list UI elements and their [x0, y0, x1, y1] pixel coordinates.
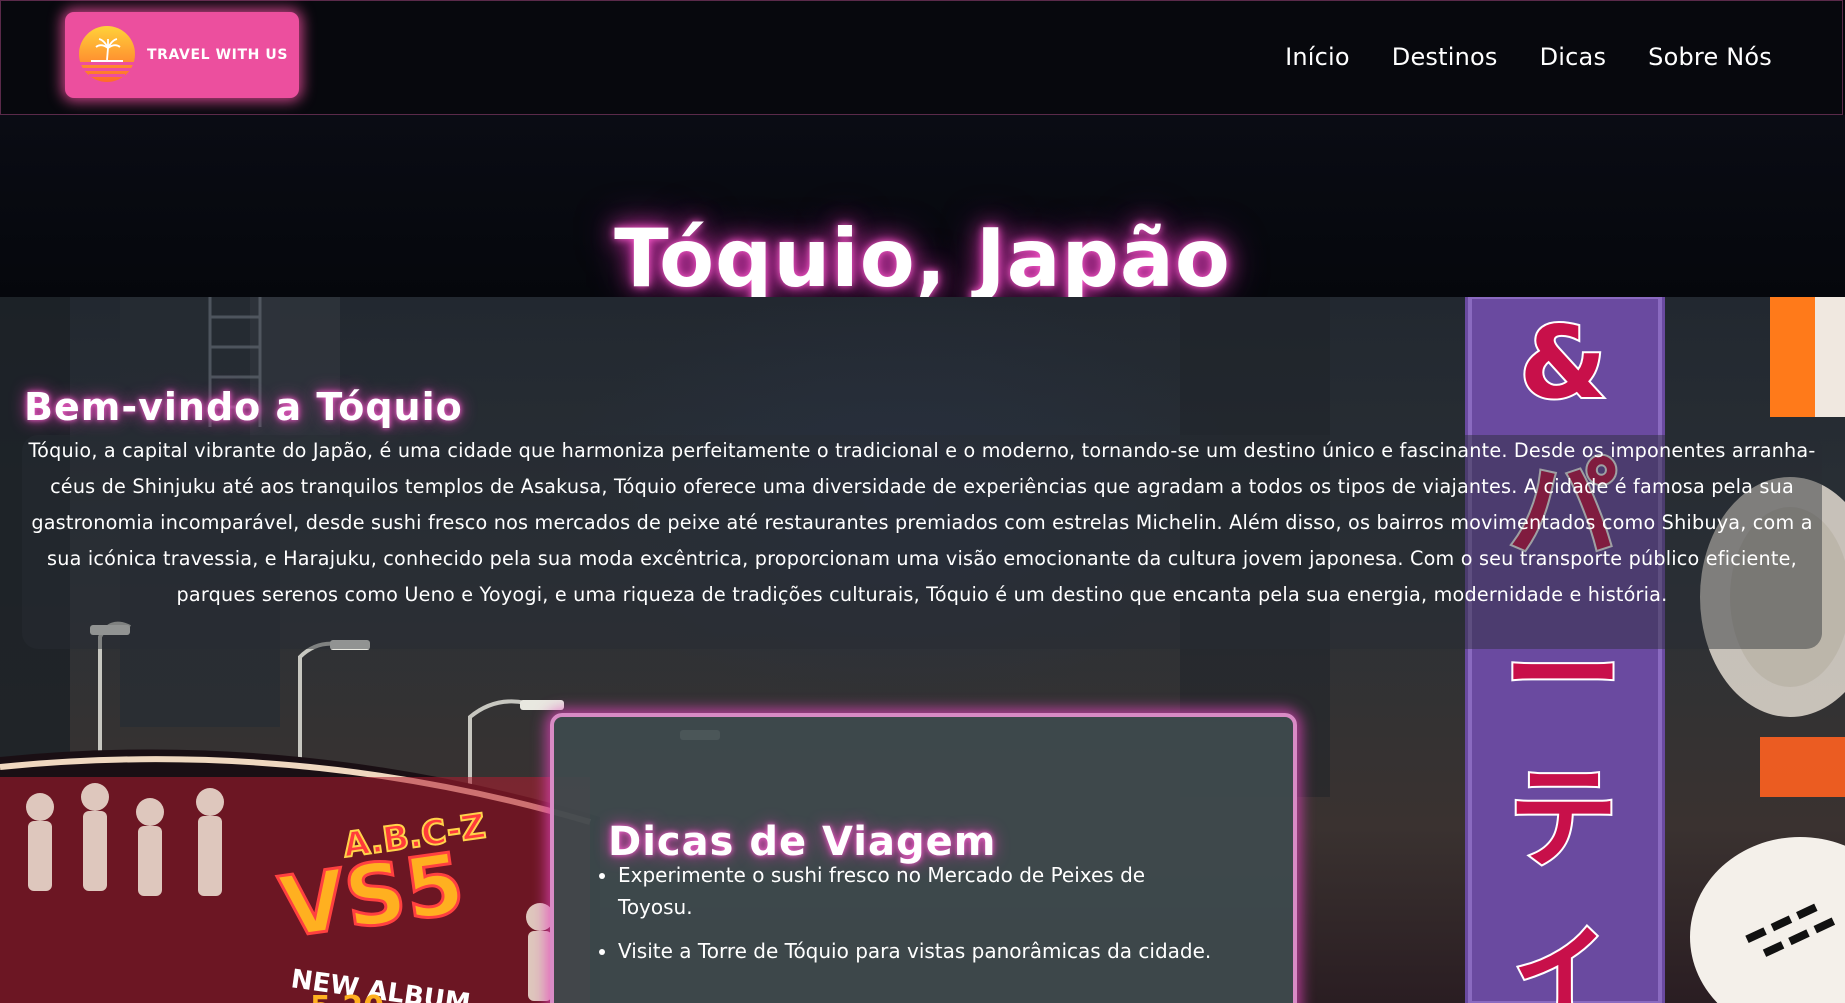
main-content: A.B.C-Z VS5 NEW ALBUM 5.20 & パ ー テ ィ Bem…	[0, 297, 1845, 1003]
logo-text: TRAVEL WITH US	[147, 47, 289, 63]
page-title: Tóquio, Japão	[614, 211, 1231, 305]
nav-link-inicio[interactable]: Início	[1285, 43, 1350, 71]
title-band: Tóquio, Japão	[0, 115, 1845, 305]
welcome-heading: Bem-vindo a Tóquio	[24, 384, 463, 429]
svg-text:&: &	[1519, 304, 1606, 421]
list-item: Visite a Torre de Tóquio para vistas pan…	[618, 935, 1218, 967]
list-item: Experimente o sushi fresco no Mercado de…	[618, 859, 1218, 923]
nav-link-dicas[interactable]: Dicas	[1540, 43, 1607, 71]
svg-text:テ: テ	[1508, 755, 1618, 883]
svg-text:ィ: ィ	[1508, 895, 1618, 1003]
intro-paragraph: Tóquio, a capital vibrante do Japão, é u…	[28, 439, 1816, 606]
logo-link[interactable]: TRAVEL WITH US	[65, 12, 299, 98]
site-header: TRAVEL WITH US Início Destinos Dicas Sob…	[0, 0, 1843, 115]
travel-tips-card: Dicas de Viagem Experimente o sushi fres…	[550, 713, 1297, 1003]
main-nav: Início Destinos Dicas Sobre Nós	[1285, 43, 1772, 71]
svg-text:5.20: 5.20	[310, 990, 384, 1003]
nav-link-destinos[interactable]: Destinos	[1392, 43, 1498, 71]
nav-link-sobre-nos[interactable]: Sobre Nós	[1648, 43, 1772, 71]
sunset-palm-icon	[79, 26, 135, 82]
travel-tips-list: Experimente o sushi fresco no Mercado de…	[596, 859, 1218, 979]
